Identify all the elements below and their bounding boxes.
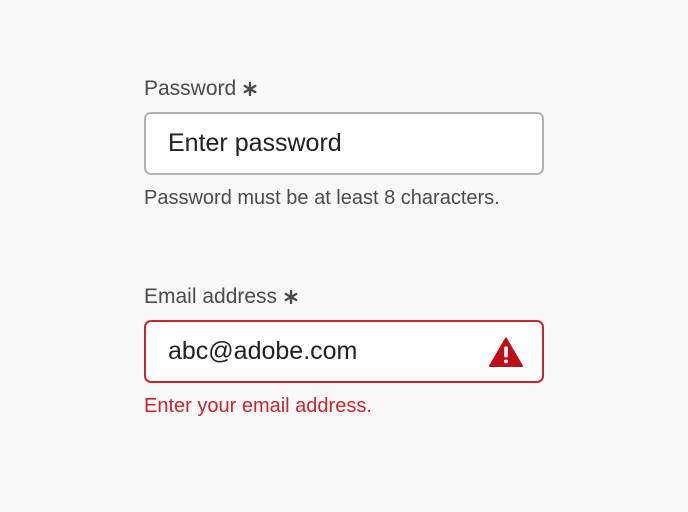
email-input[interactable]: abc@adobe.com: [144, 320, 544, 383]
password-field: Password Enter password Password must be…: [144, 75, 544, 210]
password-label: Password: [144, 77, 237, 100]
password-help-text: Password must be at least 8 characters.: [144, 187, 500, 209]
password-input-text: Enter password: [168, 129, 342, 157]
email-field: Email address abc@adobe.com Enter your e…: [144, 283, 544, 418]
password-input[interactable]: Enter password: [144, 112, 544, 175]
email-label: Email address: [144, 285, 278, 308]
password-label-row: Password: [144, 75, 544, 103]
required-asterisk-icon: [243, 82, 257, 96]
required-asterisk-icon: [284, 290, 298, 304]
email-label-row: Email address: [144, 283, 544, 311]
email-input-text: abc@adobe.com: [168, 337, 358, 365]
alert-triangle-icon: [488, 336, 524, 368]
email-error-text: Enter your email address.: [144, 395, 372, 417]
